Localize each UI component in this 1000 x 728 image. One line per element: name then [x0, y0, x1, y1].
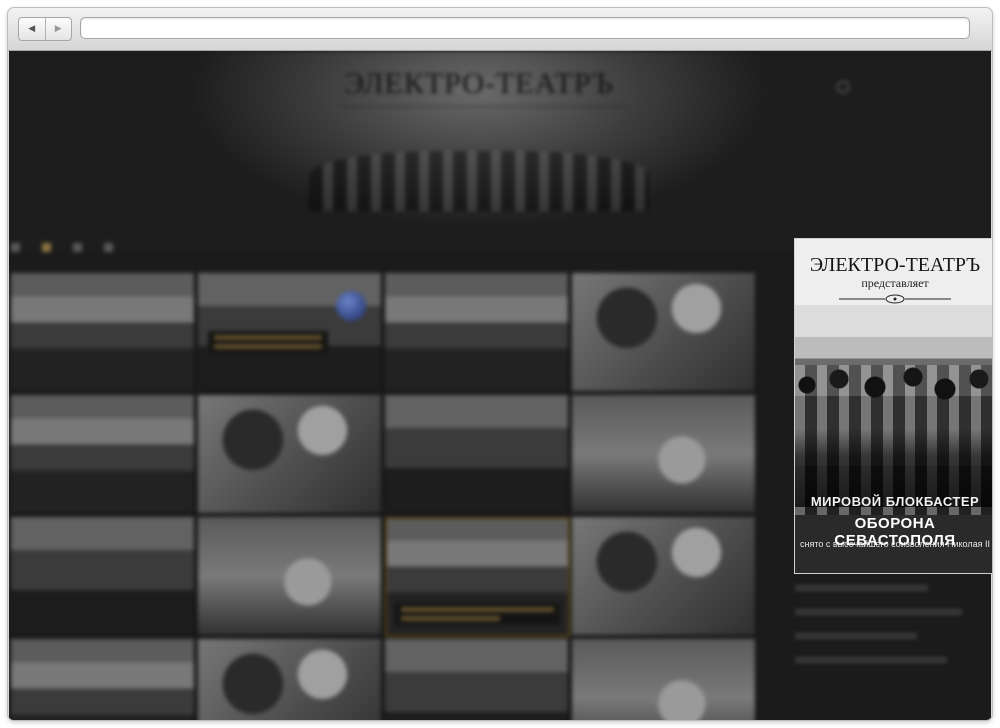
ornament-divider-icon [839, 294, 951, 304]
film-tile[interactable] [572, 395, 757, 515]
film-tile[interactable] [11, 395, 196, 515]
film-tile[interactable] [198, 517, 383, 637]
user-icon [837, 81, 849, 94]
film-tile[interactable] [11, 639, 196, 720]
poster-note: снято с высочайшего соизволения Николая … [800, 539, 990, 549]
forward-button[interactable]: ▶ [44, 18, 72, 40]
film-tile[interactable] [11, 273, 196, 393]
film-tile[interactable] [198, 639, 383, 720]
film-poster[interactable]: ЭЛЕКТРО-ТЕАТРЪ представляет МИРОВОЙ БЛОК… [794, 238, 992, 574]
film-tile[interactable] [198, 273, 383, 393]
checkbox-icon [73, 243, 82, 252]
sidebar-links [795, 571, 985, 681]
filter-1[interactable] [11, 243, 26, 252]
tile-caption [395, 603, 560, 625]
login-link[interactable] [837, 81, 855, 94]
poster-subtitle: представляет [861, 276, 929, 290]
filter-bar [11, 243, 119, 252]
film-tile[interactable] [572, 639, 757, 720]
tile-caption [208, 331, 328, 353]
film-tile[interactable] [385, 273, 570, 393]
forward-arrow-icon: ▶ [54, 24, 62, 34]
film-tile[interactable] [385, 639, 570, 720]
checkbox-icon [104, 243, 113, 252]
film-tile[interactable] [572, 517, 757, 637]
film-tile[interactable] [572, 273, 757, 393]
film-grid [11, 273, 759, 720]
browser-toolbar: ◀ ▶ [8, 8, 992, 51]
film-tile[interactable] [11, 517, 196, 637]
sidebar-link[interactable] [795, 585, 928, 591]
sidebar-link[interactable] [795, 657, 947, 663]
poster-tagline: МИРОВОЙ БЛОКБАСТЕР [810, 494, 980, 509]
site-logo[interactable]: ЭЛЕКТРО-ТЕАТРЪ [309, 67, 649, 101]
film-tile[interactable] [385, 395, 570, 515]
globe-badge-icon [336, 291, 366, 321]
sidebar-link[interactable] [795, 609, 963, 615]
back-arrow-icon: ◀ [28, 24, 36, 34]
checkbox-icon [42, 243, 51, 252]
film-tile[interactable] [198, 395, 383, 515]
theater-arches-image [309, 151, 649, 211]
hero-header: ЭЛЕКТРО-ТЕАТРЪ [9, 51, 991, 251]
nav-buttons: ◀ ▶ [18, 17, 72, 41]
browser-window: ◀ ▶ ЭЛЕКТРО-ТЕАТРЪ ЭЛЕКТРО-ТЕАТРЪ предст… [8, 8, 992, 720]
filter-4[interactable] [104, 243, 119, 252]
address-bar[interactable] [80, 17, 970, 39]
poster-title: ЭЛЕКТРО-ТЕАТРЪ [809, 254, 981, 276]
film-tile-highlighted[interactable] [385, 517, 570, 637]
checkbox-icon [11, 243, 20, 252]
filter-3[interactable] [73, 243, 88, 252]
back-button[interactable]: ◀ [19, 18, 45, 40]
filter-2[interactable] [42, 243, 57, 252]
sidebar-link[interactable] [795, 633, 917, 639]
logo-divider [339, 106, 629, 107]
